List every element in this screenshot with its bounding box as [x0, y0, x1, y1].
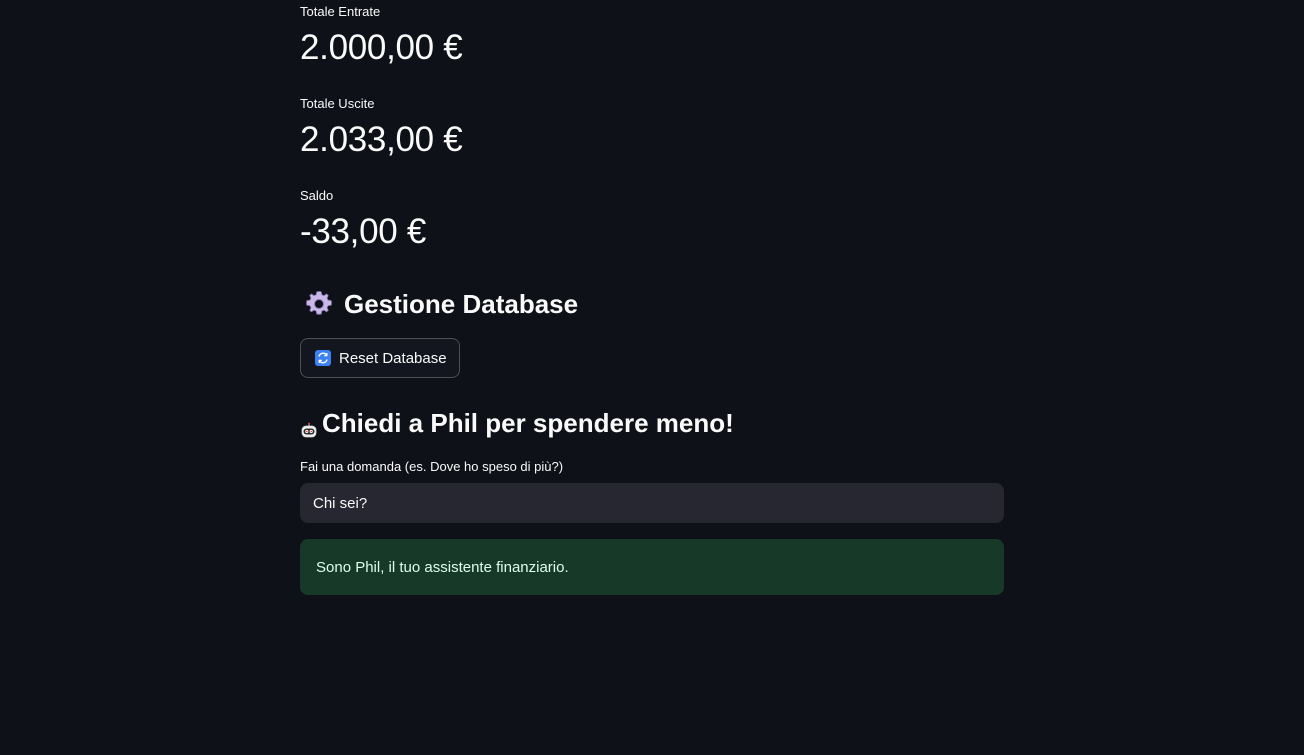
metric-totale-entrate: Totale Entrate 2.000,00 €: [300, 4, 463, 70]
metric-label: Totale Entrate: [300, 4, 381, 19]
answer-success-alert: Sono Phil, il tuo assistente finanziario…: [300, 539, 1004, 595]
refresh-icon: [315, 350, 331, 366]
metric-value: 2.033,00 €: [300, 120, 463, 159]
question-input[interactable]: [300, 483, 1004, 523]
reset-database-button[interactable]: Reset Database: [300, 338, 460, 378]
answer-text: Sono Phil, il tuo assistente finanziario…: [316, 558, 569, 576]
gear-icon: [304, 289, 334, 319]
metric-saldo: Saldo -33,00 €: [300, 188, 426, 254]
database-section-title: Gestione Database: [300, 287, 578, 321]
metric-value: -33,00 €: [300, 212, 427, 251]
metric-label: Totale Uscite: [300, 96, 375, 111]
reset-database-label: Reset Database: [339, 349, 447, 367]
database-section-title-text: Gestione Database: [344, 289, 579, 319]
chat-section-title-text: Chiedi a Phil per spendere meno!: [322, 408, 734, 438]
metric-value: 2.000,00 €: [300, 28, 463, 67]
question-field-label: Fai una domanda (es. Dove ho speso di pi…: [300, 459, 564, 474]
metric-totale-uscite: Totale Uscite 2.033,00 €: [300, 96, 463, 162]
robot-icon: [300, 414, 318, 438]
chat-section-title: Chiedi a Phil per spendere meno!: [300, 406, 734, 440]
metric-label: Saldo: [300, 188, 334, 203]
